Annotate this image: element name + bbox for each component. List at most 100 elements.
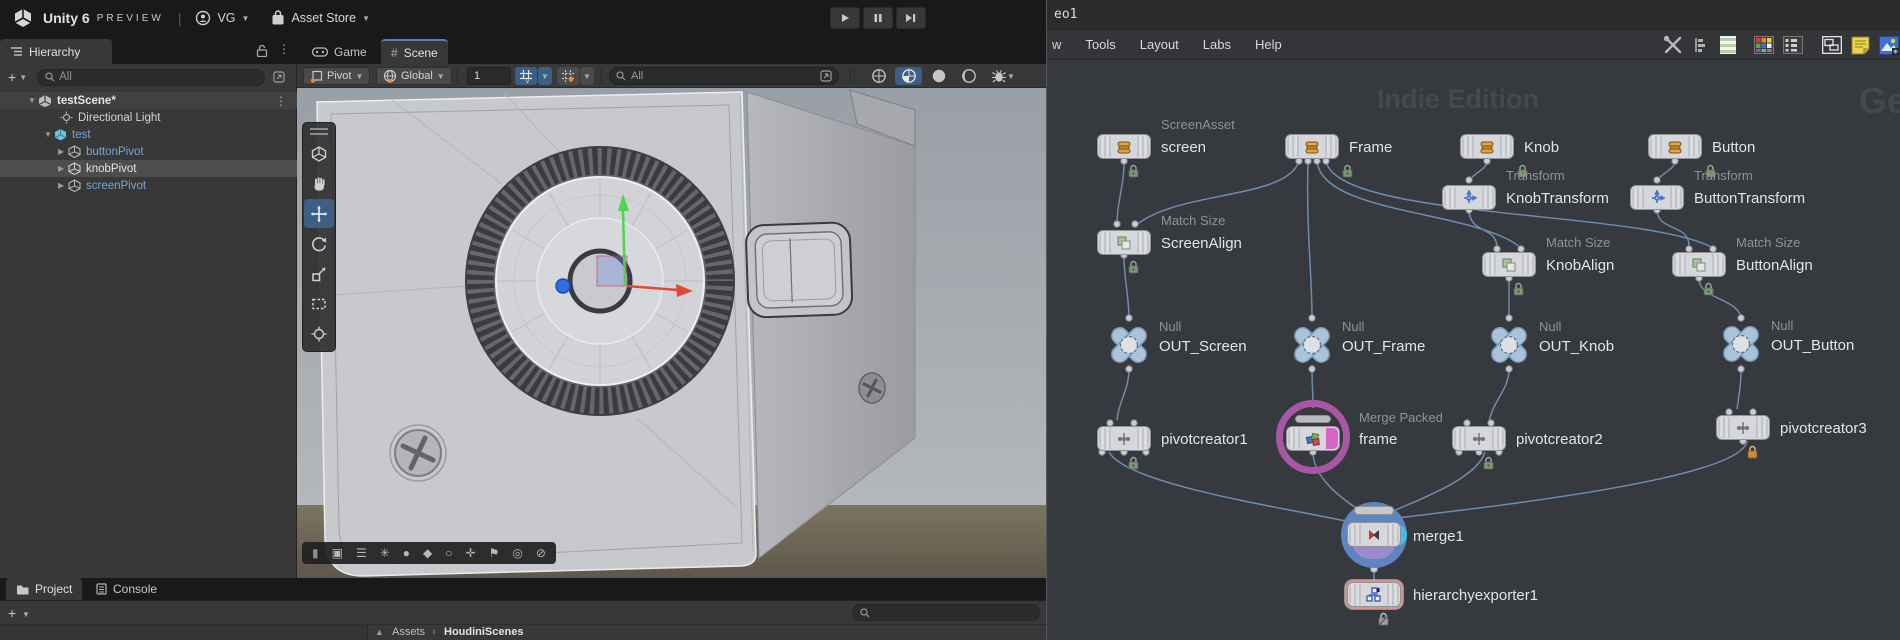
hierarchy-row-scene[interactable]: ▼ testScene* ⋮: [0, 92, 297, 109]
menu-layout[interactable]: Layout: [1140, 37, 1179, 52]
snap-dropdown[interactable]: ▼: [580, 67, 594, 85]
account-menu[interactable]: VG ▼: [195, 10, 249, 26]
node-out-frame[interactable]: [1289, 322, 1335, 368]
node-button[interactable]: [1648, 134, 1702, 159]
node-knobalign[interactable]: [1482, 252, 1536, 277]
play-button[interactable]: [830, 7, 860, 29]
measure-icon[interactable]: ✛: [466, 546, 476, 560]
node-buttontransform[interactable]: [1630, 185, 1684, 210]
view-tool-button[interactable]: [304, 139, 334, 168]
hierarchy-menu-icon[interactable]: ⋮: [278, 42, 290, 56]
expand-arrow-icon[interactable]: ▶: [58, 181, 68, 190]
hierarchy-row-knobpivot[interactable]: ▶ knobPivot: [0, 160, 297, 177]
houdini-network-editor[interactable]: Indie Edition Geo: [1047, 60, 1900, 640]
node-out-knob[interactable]: [1486, 322, 1532, 368]
disable-icon[interactable]: ⊘: [536, 546, 546, 560]
tab-project[interactable]: Project: [6, 578, 82, 600]
hierarchy-row-light[interactable]: Directional Light: [0, 109, 297, 126]
particles-icon[interactable]: ✳: [380, 546, 390, 560]
menu-labs[interactable]: Labs: [1203, 37, 1231, 52]
collapse-arrow-icon[interactable]: ▼: [28, 96, 38, 105]
asset-store-menu[interactable]: Asset Store ▼: [271, 10, 370, 26]
rotate-tool-button[interactable]: [304, 229, 334, 258]
grid-snap-dropdown[interactable]: ▼: [538, 67, 552, 85]
node-screenalign[interactable]: [1097, 230, 1151, 255]
grid-snapping-button[interactable]: y: [515, 67, 537, 85]
overlay-drag-handle[interactable]: [310, 128, 328, 135]
open-new-window-icon[interactable]: [820, 70, 832, 82]
sphere-icon[interactable]: ●: [403, 546, 410, 560]
hierarchy-row-screenpivot[interactable]: ▶ screenPivot: [0, 177, 297, 194]
move-tool-button[interactable]: [304, 199, 334, 228]
node-pivotcreator3[interactable]: [1716, 415, 1770, 440]
sticky-note-icon[interactable]: [1851, 36, 1870, 55]
shading-mode-button[interactable]: [895, 67, 922, 85]
node-out-button[interactable]: [1718, 321, 1764, 367]
list-panel-icon[interactable]: [1719, 35, 1737, 55]
scale-tool-button[interactable]: [304, 259, 334, 288]
menu-view[interactable]: w: [1052, 37, 1061, 52]
breadcrumb-root[interactable]: Assets: [392, 626, 425, 638]
project-search-input[interactable]: [852, 604, 1040, 621]
scene-options-icon[interactable]: ⋮: [275, 94, 287, 108]
node-pivotcreator1[interactable]: [1097, 426, 1151, 451]
collapse-up-icon[interactable]: ▲: [375, 627, 384, 637]
node-frame-asset[interactable]: [1285, 134, 1339, 159]
hierarchy-row-test[interactable]: ▼ test: [0, 126, 297, 143]
flag-icon[interactable]: ⚑: [489, 546, 500, 560]
grid-size-field[interactable]: 1: [467, 67, 511, 85]
tab-hierarchy[interactable]: Hierarchy: [0, 39, 112, 64]
magnifier-icon[interactable]: ○: [445, 546, 452, 560]
open-new-window-icon[interactable]: [273, 71, 285, 83]
node-framemerge[interactable]: [1286, 426, 1340, 451]
unlock-icon[interactable]: [256, 44, 268, 57]
snap-increment-button[interactable]: [557, 67, 579, 85]
tab-scene[interactable]: # Scene: [381, 39, 448, 64]
color-palette-icon[interactable]: [1754, 36, 1774, 54]
collapse-arrow-icon[interactable]: ▼: [44, 130, 54, 139]
scene-lighting-button[interactable]: [925, 67, 952, 85]
pan-hand-tool-button[interactable]: [304, 169, 334, 198]
add-asset-button[interactable]: +: [8, 605, 16, 621]
pivot-mode-button[interactable]: Pivot ▼: [303, 67, 370, 85]
pause-button[interactable]: [863, 7, 893, 29]
chevron-down-icon[interactable]: ▼: [22, 610, 30, 619]
overlay-handle-icon[interactable]: ▮: [312, 546, 319, 560]
node-out-screen[interactable]: [1106, 322, 1152, 368]
image-plus-icon[interactable]: [1879, 36, 1899, 55]
tab-game[interactable]: Game: [302, 39, 377, 64]
step-button[interactable]: [896, 7, 926, 29]
rect-tool-button[interactable]: [304, 289, 334, 318]
menu-help[interactable]: Help: [1255, 37, 1282, 52]
expand-arrow-icon[interactable]: ▶: [58, 164, 68, 173]
tree-view-icon[interactable]: [1692, 36, 1710, 54]
hierarchy-search-input[interactable]: All: [37, 69, 265, 86]
layers-icon[interactable]: ☰: [356, 546, 367, 560]
desktop-layout-icon[interactable]: [1822, 36, 1842, 54]
expand-arrow-icon[interactable]: ▶: [58, 147, 68, 156]
node-buttonalign[interactable]: [1672, 252, 1726, 277]
node-knob[interactable]: [1460, 134, 1514, 159]
tools-wrench-icon[interactable]: [1663, 35, 1683, 55]
scene-search-input[interactable]: All: [609, 67, 839, 85]
node-screen[interactable]: [1097, 134, 1151, 159]
tab-console[interactable]: Console: [86, 578, 167, 600]
grid-items-icon[interactable]: [1783, 36, 1803, 54]
camera-preview-icon[interactable]: ▣: [332, 546, 343, 560]
global-mode-button[interactable]: Global ▼: [376, 67, 452, 85]
target-icon[interactable]: ◎: [512, 546, 522, 560]
vector-icon[interactable]: ◆: [423, 546, 432, 560]
transform-tool-button[interactable]: [304, 319, 334, 348]
node-merge1[interactable]: [1341, 502, 1407, 568]
shaded-wireframe-button[interactable]: [865, 67, 892, 85]
menu-tools[interactable]: Tools: [1085, 37, 1115, 52]
scene-3d-viewport[interactable]: ▮ ▣ ☰ ✳ ● ◆ ○ ✛ ⚑ ◎ ⊘: [297, 88, 1046, 578]
node-knobtransform[interactable]: [1442, 185, 1496, 210]
node-hierarchyexporter1[interactable]: [1347, 582, 1401, 607]
add-object-button[interactable]: +: [8, 69, 16, 85]
scene-shadows-button[interactable]: [955, 67, 982, 85]
hierarchy-row-buttonpivot[interactable]: ▶ buttonPivot: [0, 143, 297, 160]
scene-effects-button[interactable]: ▼: [985, 67, 1021, 85]
chevron-down-icon[interactable]: ▼: [19, 73, 27, 82]
node-pivotcreator2[interactable]: [1452, 426, 1506, 451]
